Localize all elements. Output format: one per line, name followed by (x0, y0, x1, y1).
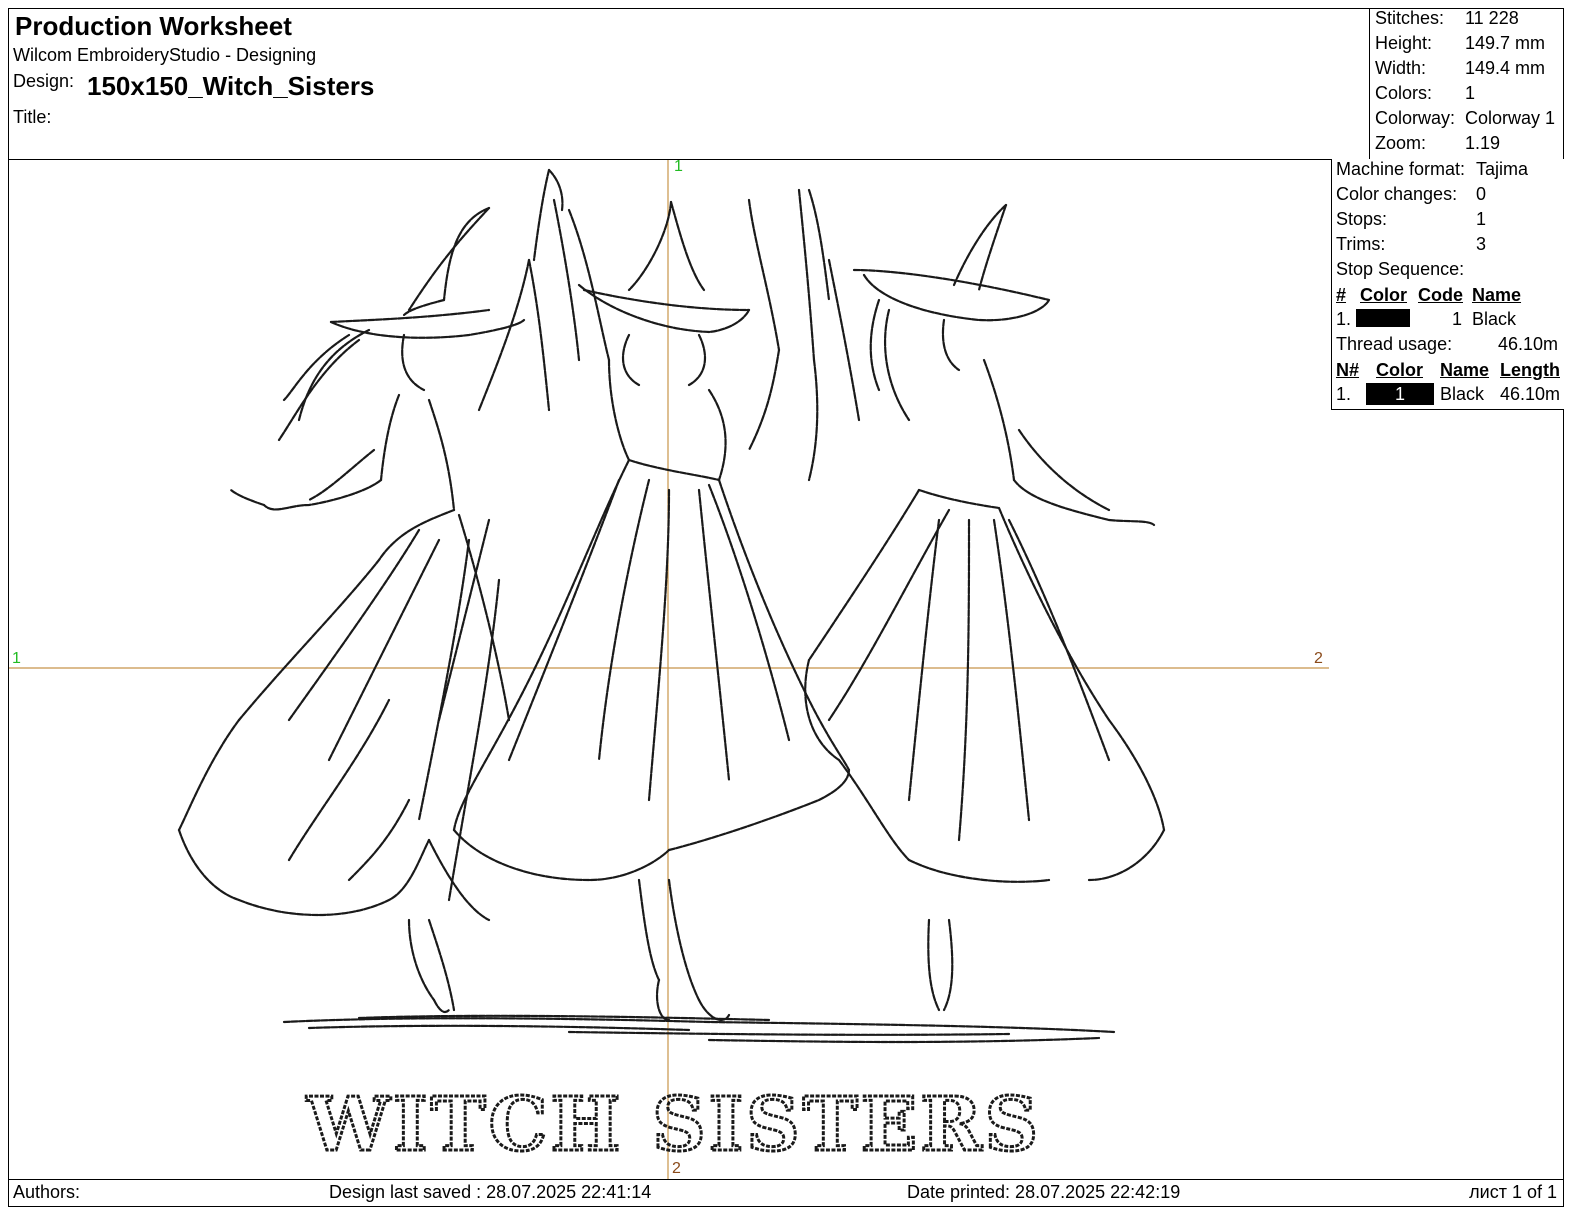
stat-colorway: Colorway: Colorway 1 (1375, 108, 1556, 128)
axis-marker-left: 1 (12, 650, 21, 667)
stop-header-color: Color (1360, 285, 1407, 305)
thread-header-num: N# (1336, 360, 1360, 380)
worksheet-footer: Authors: Design last saved : 28.07.2025 … (8, 1179, 1564, 1207)
worksheet-title: Production Worksheet (15, 11, 292, 41)
machine-format: Machine format: Tajima (1336, 159, 1529, 179)
stat-stitches: Stitches: 11 228 (1375, 8, 1519, 28)
last-saved: Design last saved : 28.07.2025 22:41:14 (329, 1182, 652, 1202)
date-printed: Date printed: 28.07.2025 22:42:19 (907, 1182, 1181, 1202)
thread-usage: Thread usage: 46.10m (1336, 334, 1559, 354)
app-subtitle: Wilcom EmbroideryStudio - Designing (13, 45, 317, 65)
embroidery-design: WITCH SISTERS (9, 160, 1329, 1179)
stops: Stops: 1 (1336, 209, 1487, 229)
authors-label: Authors: (13, 1182, 81, 1202)
stat-width: Width: 149.4 mm (1375, 58, 1546, 78)
ground-lines (282, 1014, 1116, 1044)
stop-header-code: Code (1418, 285, 1463, 305)
stop-color-swatch (1356, 309, 1410, 327)
thread-row-num: 1. (1336, 384, 1352, 404)
worksheet-header: Production Worksheet Wilcom EmbroiderySt… (8, 8, 1564, 161)
machine-info-panel: Machine format: Tajima Color changes: 0 St… (1331, 159, 1564, 410)
title-label: Title: (13, 107, 52, 127)
stat-zoom: Zoom: 1.19 (1375, 133, 1501, 153)
design-label: Design: (13, 71, 75, 91)
stat-colors: Colors: 1 (1375, 83, 1476, 103)
design-area: WITCH SISTERS 1 2 1 2 Machine format: Taj… (8, 158, 1564, 1180)
axis-marker-right: 2 (1314, 650, 1323, 667)
design-stats-box: Stitches: 11 228 Height: 149.7 mm Width: 14… (1369, 8, 1564, 161)
left-witch (177, 168, 564, 1014)
axis-marker-top: 1 (674, 158, 683, 175)
design-name: 150x150_Witch_Sisters (87, 71, 375, 101)
stop-sequence-label: Stop Sequence: (1336, 259, 1465, 279)
thread-header-name: Name (1440, 360, 1490, 380)
stat-height: Height: 149.7 mm (1375, 33, 1546, 53)
stop-header-name: Name (1472, 285, 1522, 305)
page-number: лист 1 of 1 (1469, 1182, 1557, 1202)
thread-header-color: Color (1376, 360, 1423, 380)
trims: Trims: 3 (1336, 234, 1487, 254)
stop-row-name: Black (1472, 309, 1517, 329)
thread-color-swatch: 1 (1366, 383, 1434, 405)
stop-row-code: 1 (1452, 309, 1463, 329)
thread-header-length: Length (1500, 360, 1560, 380)
middle-witch (452, 188, 851, 1022)
witch-figures (177, 168, 1166, 1044)
design-caption: WITCH SISTERS (306, 1082, 1041, 1168)
stop-header-num: # (1336, 285, 1347, 305)
stop-row-num: 1. (1336, 309, 1352, 329)
right-witch (804, 188, 1166, 1012)
axis-marker-bottom: 2 (672, 1160, 681, 1177)
color-changes: Color changes: 0 (1336, 184, 1487, 204)
thread-row-name: Black (1440, 384, 1485, 404)
thread-row-length: 46.10m (1500, 384, 1561, 404)
